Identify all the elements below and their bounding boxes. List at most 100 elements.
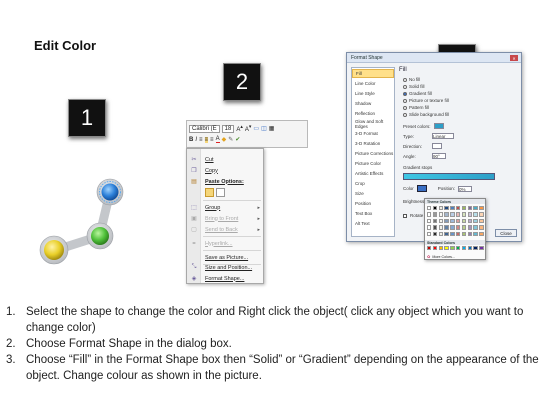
close-icon[interactable]: ✕ — [510, 55, 518, 61]
color-picker-button[interactable] — [416, 185, 427, 192]
standard-color-swatch[interactable] — [444, 246, 449, 251]
rotate-checkbox[interactable] — [403, 213, 407, 218]
align-center-icon[interactable]: ≡ — [204, 136, 209, 143]
theme-color-swatch[interactable] — [479, 218, 484, 224]
outline-icon[interactable]: ✎ — [228, 136, 233, 143]
font-color-icon[interactable]: A — [215, 136, 220, 143]
category-size[interactable]: Size — [352, 189, 394, 198]
menu-item-format-shape[interactable]: ◈ Format Shape... — [187, 273, 263, 284]
font-size-box[interactable]: 18 — [221, 124, 235, 133]
category-line-color[interactable]: Line Color — [352, 79, 394, 88]
theme-color-swatch[interactable] — [479, 225, 484, 230]
theme-color-swatch[interactable] — [461, 218, 467, 224]
theme-color-swatch[interactable] — [444, 225, 449, 230]
standard-color-swatch[interactable] — [479, 246, 484, 251]
theme-color-swatch[interactable] — [456, 231, 461, 236]
theme-color-swatch[interactable] — [444, 231, 449, 236]
theme-color-swatch[interactable] — [473, 206, 478, 211]
theme-color-swatch[interactable] — [444, 206, 449, 211]
menu-item-hyperlink[interactable]: ⚭ Hyperlink... — [187, 238, 263, 249]
category-artistic-effects[interactable]: Artistic Effects — [352, 169, 394, 178]
theme-color-swatch[interactable] — [450, 218, 455, 224]
gradient-stops-bar[interactable] — [403, 173, 495, 180]
more-icon[interactable]: ▦ — [269, 125, 275, 132]
menu-item-size-and-position[interactable]: ⤡ Size and Position... — [187, 262, 263, 273]
standard-color-swatch[interactable] — [467, 246, 472, 251]
radio-no-fill[interactable]: No fill — [403, 77, 420, 82]
theme-color-swatch[interactable] — [450, 212, 455, 217]
shape-style-icon[interactable]: ◫ — [261, 125, 267, 132]
theme-color-swatch[interactable] — [432, 212, 438, 217]
close-button[interactable]: Close — [495, 229, 517, 237]
category-3d-format[interactable]: 3-D Format — [352, 129, 394, 138]
align-right-icon[interactable]: ≡ — [210, 137, 214, 143]
theme-color-swatch[interactable] — [432, 218, 438, 224]
standard-color-swatch[interactable] — [450, 246, 455, 251]
theme-color-swatch[interactable] — [427, 206, 432, 211]
grow-font-icon[interactable]: A▴ — [236, 124, 243, 133]
theme-color-swatch[interactable] — [456, 225, 461, 230]
theme-color-swatch[interactable] — [438, 206, 443, 211]
theme-color-swatch[interactable] — [438, 231, 443, 236]
more-colors-link[interactable]: ✿ More Colors... — [427, 254, 455, 259]
theme-color-swatch[interactable] — [479, 212, 484, 217]
position-input[interactable]: 0% — [458, 185, 473, 192]
italic-icon[interactable]: I — [195, 137, 197, 143]
theme-color-swatch[interactable] — [456, 206, 461, 211]
menu-item-cut[interactable]: ✂ Cut — [187, 154, 263, 165]
theme-color-swatch[interactable] — [461, 206, 467, 211]
theme-color-swatch[interactable] — [479, 206, 484, 211]
theme-color-swatch[interactable] — [467, 231, 472, 236]
theme-color-swatch[interactable] — [432, 206, 438, 211]
standard-color-swatch[interactable] — [461, 246, 467, 251]
category-alt-text[interactable]: Alt Text — [352, 219, 394, 228]
theme-color-swatch[interactable] — [473, 225, 478, 230]
theme-color-swatch[interactable] — [461, 225, 467, 230]
category-glow[interactable]: Glow and Soft Edges — [352, 119, 394, 129]
theme-color-swatch[interactable] — [438, 218, 443, 224]
menu-item-send-to-back[interactable]: ▢ Send to Back ▸ — [187, 224, 263, 235]
standard-color-swatch[interactable] — [456, 246, 461, 251]
theme-color-swatch[interactable] — [427, 225, 432, 230]
category-fill[interactable]: Fill — [352, 69, 394, 78]
theme-color-swatch[interactable] — [427, 231, 432, 236]
preset-colors-dropdown[interactable] — [433, 123, 444, 129]
paste-keep-icon[interactable] — [205, 188, 214, 197]
theme-color-swatch[interactable] — [473, 212, 478, 217]
theme-color-swatch[interactable] — [467, 225, 472, 230]
category-text-box[interactable]: Text Box — [352, 209, 394, 218]
paste-picture-icon[interactable] — [216, 188, 225, 197]
category-line-style[interactable]: Line Style — [352, 89, 394, 98]
theme-color-swatch[interactable] — [444, 218, 449, 224]
radio-gradient-fill[interactable]: Gradient fill — [403, 91, 432, 96]
menu-item-group[interactable]: ⬚ Group ▸ — [187, 202, 263, 213]
radio-slide-background-fill[interactable]: Slide background fill — [403, 112, 449, 117]
category-reflection[interactable]: Reflection — [352, 109, 394, 118]
shrink-font-icon[interactable]: A▾ — [245, 124, 252, 133]
theme-color-swatch[interactable] — [450, 206, 455, 211]
theme-color-swatch[interactable] — [432, 231, 438, 236]
category-picture-corrections[interactable]: Picture Corrections — [352, 149, 394, 158]
theme-color-swatch[interactable] — [450, 231, 455, 236]
theme-color-swatch[interactable] — [461, 231, 467, 236]
theme-color-swatch[interactable] — [473, 231, 478, 236]
connected-nodes-shape[interactable] — [34, 178, 134, 268]
radio-solid-fill[interactable]: Solid fill — [403, 84, 425, 89]
theme-color-swatch[interactable] — [473, 218, 478, 224]
theme-color-swatch[interactable] — [438, 212, 443, 217]
menu-item-paste-options[interactable]: ▤ Paste Options: — [187, 176, 263, 187]
category-shadow[interactable]: Shadow — [352, 99, 394, 108]
standard-color-swatch[interactable] — [473, 246, 478, 251]
theme-color-swatch[interactable] — [456, 218, 461, 224]
category-position[interactable]: Position — [352, 199, 394, 208]
theme-color-swatch[interactable] — [479, 231, 484, 236]
font-name-box[interactable]: Calibri (E — [189, 124, 220, 133]
standard-color-swatch[interactable] — [438, 246, 443, 251]
standard-color-swatch[interactable] — [427, 246, 432, 251]
radio-pattern-fill[interactable]: Pattern fill — [403, 105, 429, 110]
bold-icon[interactable]: B — [189, 137, 193, 143]
type-dropdown[interactable]: Linear — [432, 133, 454, 139]
radio-picture-fill[interactable]: Picture or texture fill — [403, 98, 449, 103]
effects-icon[interactable]: ✔ — [235, 136, 240, 143]
theme-color-swatch[interactable] — [432, 225, 438, 230]
